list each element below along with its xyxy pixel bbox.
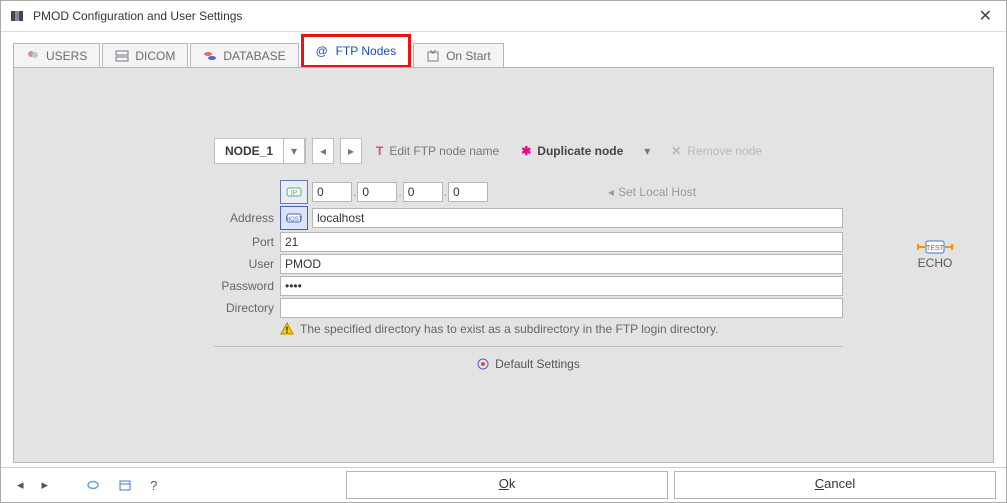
- node-toolbar: NODE_1 ▾ ◂ ▸ T Edit FTP node name ✱ Dupl…: [214, 138, 770, 164]
- label-address: Address: [214, 211, 274, 225]
- titlebar: PMOD Configuration and User Settings ✕: [1, 1, 1006, 32]
- divider: [214, 346, 843, 347]
- dicom-icon: [115, 49, 129, 63]
- label-directory: Directory: [214, 301, 274, 315]
- host-mode-toggle[interactable]: HOST: [280, 206, 308, 230]
- text-edit-icon: T: [376, 144, 383, 158]
- ok-label: O: [499, 476, 509, 491]
- hint-text: The specified directory has to exist as …: [300, 322, 718, 336]
- tab-users[interactable]: USERS: [13, 43, 100, 68]
- help-button[interactable]: ?: [144, 478, 163, 493]
- svg-text:HOST: HOST: [286, 217, 302, 223]
- bottom-toolbar: ◂ ▸ ? Ok Cancel: [1, 467, 1006, 502]
- duplicate-icon: ✱: [521, 144, 531, 158]
- set-local-host-button[interactable]: ◂ Set Local Host: [608, 185, 696, 199]
- row-password: Password: [214, 276, 843, 296]
- ip-octet-1[interactable]: [312, 182, 352, 202]
- ip-mode-toggle[interactable]: IP: [280, 180, 308, 204]
- label-password: Password: [214, 279, 274, 293]
- warning-icon: [280, 322, 294, 336]
- svg-text:TEST: TEST: [926, 245, 945, 252]
- password-input[interactable]: [280, 276, 843, 296]
- window-title: PMOD Configuration and User Settings: [33, 9, 965, 23]
- host-input[interactable]: [312, 208, 843, 228]
- client-area: USERS DICOM DATABASE @ FTP Nodes On Star…: [1, 32, 1006, 467]
- duplicate-node-button[interactable]: ✱ Duplicate node: [513, 144, 631, 158]
- setlocal-label: Set Local Host: [618, 185, 696, 199]
- at-icon: @: [316, 44, 330, 58]
- edit-node-name-button[interactable]: T Edit FTP node name: [368, 144, 507, 158]
- user-input[interactable]: [280, 254, 843, 274]
- tab-dicom[interactable]: DICOM: [102, 43, 188, 68]
- loop-icon[interactable]: [80, 478, 106, 492]
- row-port: Port: [214, 232, 843, 252]
- tab-on-start[interactable]: On Start: [413, 43, 504, 68]
- duplicate-dropdown[interactable]: ▾: [637, 139, 657, 163]
- directory-hint: The specified directory has to exist as …: [280, 322, 843, 336]
- remove-node-button[interactable]: ✕ Remove node: [663, 144, 770, 158]
- port-input[interactable]: [280, 232, 843, 252]
- row-directory: Directory: [214, 298, 843, 318]
- nav-next-button[interactable]: ▸: [36, 477, 55, 493]
- config-window: PMOD Configuration and User Settings ✕ U…: [0, 0, 1007, 503]
- users-icon: [26, 49, 40, 63]
- target-icon: [477, 358, 489, 370]
- tab-ftp-nodes[interactable]: @ FTP Nodes: [301, 34, 411, 68]
- cancel-label: C: [815, 476, 824, 491]
- database-icon: [203, 49, 217, 63]
- prev-node-button[interactable]: ◂: [312, 138, 334, 164]
- ftp-panel: NODE_1 ▾ ◂ ▸ T Edit FTP node name ✱ Dupl…: [13, 67, 994, 463]
- node-select-value: NODE_1: [215, 144, 283, 158]
- tab-strip: USERS DICOM DATABASE @ FTP Nodes On Star…: [13, 42, 994, 68]
- edit-label: Edit FTP node name: [389, 144, 499, 158]
- svg-text:IP: IP: [291, 190, 298, 197]
- close-icon[interactable]: ✕: [973, 6, 998, 26]
- ok-button[interactable]: Ok: [346, 471, 668, 499]
- tab-database[interactable]: DATABASE: [190, 43, 298, 68]
- ip-octet-4[interactable]: [448, 182, 488, 202]
- echo-label: ECHO: [918, 256, 953, 270]
- next-node-button[interactable]: ▸: [340, 138, 362, 164]
- label-port: Port: [214, 235, 274, 249]
- echo-icon: TEST: [917, 238, 953, 256]
- ip-octet-2[interactable]: [357, 182, 397, 202]
- tab-label: DICOM: [135, 49, 175, 63]
- remove-label: Remove node: [687, 144, 762, 158]
- row-address-ip: IP . . . ◂ Set Local Host: [214, 180, 843, 204]
- remove-icon: ✕: [671, 144, 681, 158]
- echo-button[interactable]: TEST ECHO: [917, 238, 953, 270]
- node-select[interactable]: NODE_1 ▾: [214, 138, 306, 164]
- chevron-down-icon[interactable]: ▾: [283, 138, 305, 164]
- label-user: User: [214, 257, 274, 271]
- tab-label: FTP Nodes: [336, 44, 396, 58]
- row-user: User: [214, 254, 843, 274]
- directory-input[interactable]: [280, 298, 843, 318]
- nav-prev-button[interactable]: ◂: [11, 477, 30, 493]
- tab-label: On Start: [446, 49, 491, 63]
- cancel-button[interactable]: Cancel: [674, 471, 996, 499]
- calendar-icon[interactable]: [112, 478, 138, 492]
- tab-label: DATABASE: [223, 49, 285, 63]
- tab-label: USERS: [46, 49, 87, 63]
- onstart-icon: [426, 49, 440, 63]
- ftp-form: IP . . . ◂ Set Local Host Address HOST P…: [214, 180, 843, 371]
- row-address-host: Address HOST: [214, 206, 843, 230]
- app-icon: [9, 8, 25, 24]
- default-settings-label: Default Settings: [495, 357, 580, 371]
- ip-octet-3[interactable]: [403, 182, 443, 202]
- default-settings-button[interactable]: Default Settings: [214, 357, 843, 371]
- duplicate-label: Duplicate node: [537, 144, 623, 158]
